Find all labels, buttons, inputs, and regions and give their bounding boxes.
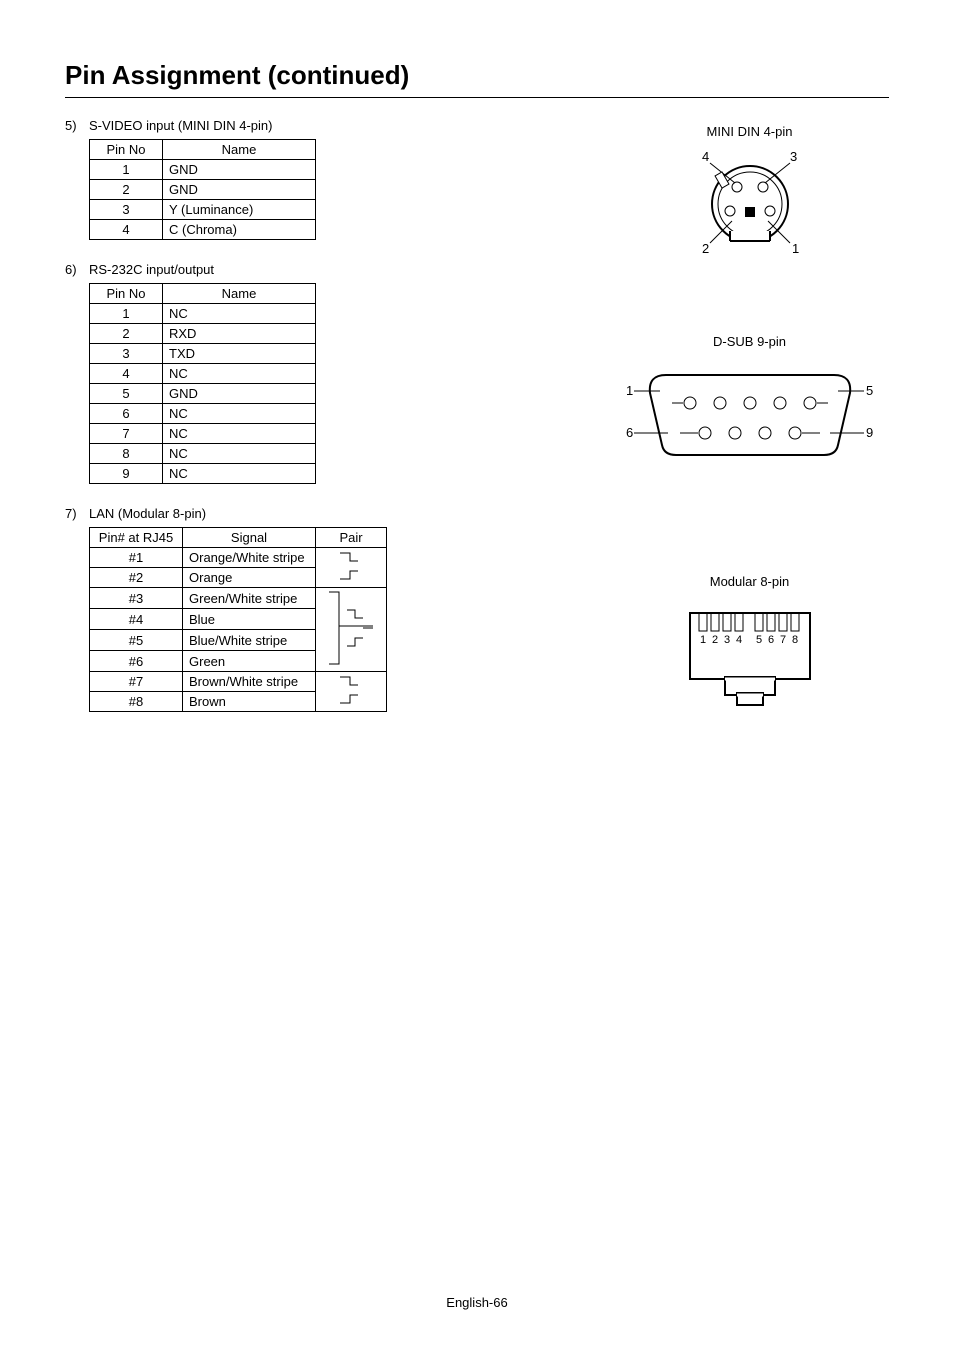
section-7: 7)LAN (Modular 8-pin) Pin# at RJ45 Signa… (65, 506, 610, 712)
section-6: 6)RS-232C input/output Pin No Name 1NC 2… (65, 262, 610, 484)
table-svideo: Pin No Name 1GND 2GND 3Y (Luminance) 4C … (89, 139, 316, 240)
diagram-dsub9: D-SUB 9-pin 1 5 6 9 (620, 334, 880, 474)
section-5: 5)S-VIDEO input (MINI DIN 4-pin) Pin No … (65, 118, 610, 240)
svg-text:1: 1 (626, 383, 633, 398)
svg-text:3: 3 (724, 634, 730, 646)
th-pair: Pair (316, 528, 387, 548)
th-name: Name (163, 140, 316, 160)
svg-text:6: 6 (626, 425, 633, 440)
svg-text:2: 2 (712, 634, 718, 646)
title-rule (65, 97, 889, 98)
svg-text:8: 8 (792, 634, 798, 646)
section-7-label: 7)LAN (Modular 8-pin) (65, 506, 610, 521)
pair-bracket-2 (316, 588, 387, 672)
rj45-icon: 1 2 3 4 5 6 7 8 (675, 599, 825, 709)
pair-bracket-3 (316, 672, 387, 712)
svg-text:1: 1 (700, 634, 706, 646)
svg-text:4: 4 (736, 634, 742, 646)
page-footer: English-66 (0, 1295, 954, 1310)
svg-text:6: 6 (768, 634, 774, 646)
svg-text:9: 9 (866, 425, 873, 440)
section-5-label: 5)S-VIDEO input (MINI DIN 4-pin) (65, 118, 610, 133)
page-title: Pin Assignment (continued) (65, 60, 889, 91)
table-lan: Pin# at RJ45 Signal Pair #1 Orange/White… (89, 527, 387, 712)
svg-text:5: 5 (756, 634, 762, 646)
diagram-modular8: Modular 8-pin (675, 574, 825, 714)
svg-text:3: 3 (790, 149, 797, 164)
svg-text:1: 1 (792, 241, 799, 256)
svg-text:7: 7 (780, 634, 786, 646)
section-6-label: 6)RS-232C input/output (65, 262, 610, 277)
dsub9-icon: 1 5 6 9 (620, 359, 880, 469)
th-name: Name (163, 284, 316, 304)
svg-text:2: 2 (702, 241, 709, 256)
minidin-icon: 4 3 2 1 (680, 149, 820, 259)
th-pinno: Pin No (90, 140, 163, 160)
table-rs232c: Pin No Name 1NC 2RXD 3TXD 4NC 5GND 6NC 7… (89, 283, 316, 484)
svg-text:5: 5 (866, 383, 873, 398)
th-signal: Signal (183, 528, 316, 548)
diagram-minidin: MINI DIN 4-pin 4 3 2 1 (680, 124, 820, 264)
pair-bracket-1 (316, 548, 387, 588)
th-pinno: Pin No (90, 284, 163, 304)
th-pinrj: Pin# at RJ45 (90, 528, 183, 548)
svg-text:4: 4 (702, 149, 709, 164)
